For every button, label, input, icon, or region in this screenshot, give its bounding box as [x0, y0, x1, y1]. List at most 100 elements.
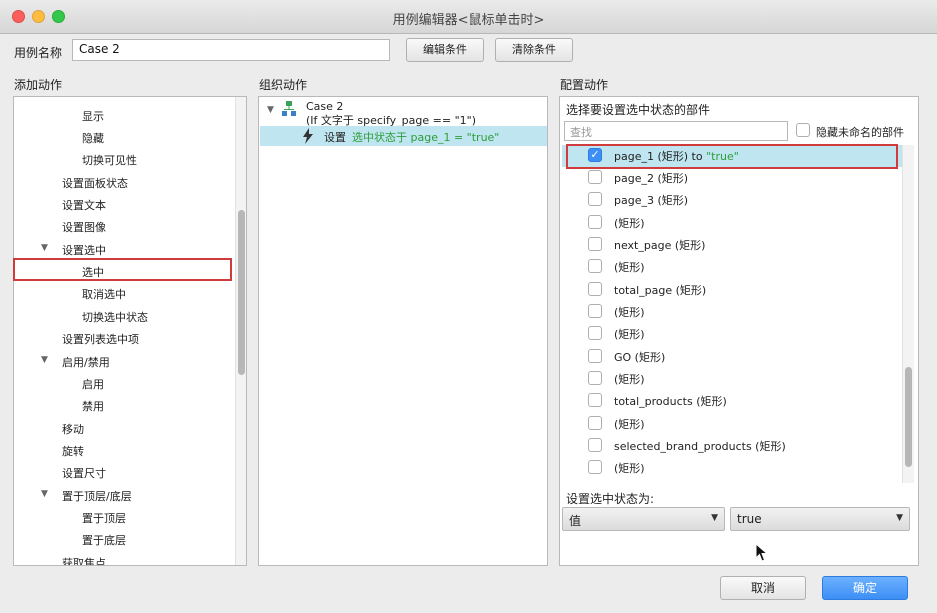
widget-row[interactable]: GO (矩形): [562, 346, 902, 368]
action-enable[interactable]: 启用: [82, 376, 104, 392]
value-type-text: 值: [569, 514, 582, 528]
widget-checkbox[interactable]: [588, 393, 602, 407]
widget-label: page_3 (矩形): [614, 194, 689, 207]
case-name-label: 用例名称: [14, 46, 63, 60]
widget-row[interactable]: next_page (矩形): [562, 234, 902, 256]
widget-label: (矩形): [614, 261, 645, 274]
widget-label: (矩形): [614, 217, 645, 230]
action-move[interactable]: 移动: [62, 421, 84, 437]
widget-checkbox[interactable]: [588, 259, 602, 273]
title-bar: 用例编辑器<鼠标单击时>: [0, 0, 937, 34]
action-prefix: 设置: [324, 131, 346, 144]
widget-label: next_page (矩形): [614, 239, 706, 252]
value-type-select[interactable]: 值 ▼: [562, 507, 725, 531]
action-show[interactable]: 显示: [82, 108, 104, 124]
widget-checkbox[interactable]: [588, 237, 602, 251]
widget-label: total_page (矩形): [614, 284, 707, 297]
widget-label: (矩形): [614, 462, 645, 475]
organize-actions-header: 组织动作: [259, 78, 308, 92]
expand-triangle-icon[interactable]: ▼: [41, 243, 48, 253]
clear-condition-button[interactable]: 清除条件: [495, 38, 573, 62]
action-bring-front-back[interactable]: 置于顶层/底层: [62, 488, 132, 504]
select-widgets-label: 选择要设置选中状态的部件: [566, 103, 711, 117]
widget-list: ✓ page_1 (矩形) to "true" page_2 (矩形) page…: [562, 145, 902, 483]
add-actions-header: 添加动作: [14, 78, 63, 92]
action-set-panel-state[interactable]: 设置面板状态: [62, 175, 128, 191]
chevron-down-icon: ▼: [896, 513, 903, 523]
widget-row[interactable]: (矩形): [562, 323, 902, 345]
widget-row[interactable]: (矩形): [562, 413, 902, 435]
set-state-label: 设置选中状态为:: [566, 492, 655, 506]
widget-list-scrollbar[interactable]: [902, 145, 914, 483]
widget-label: (矩形): [614, 418, 645, 431]
action-set-size[interactable]: 设置尺寸: [62, 465, 106, 481]
configure-actions-header: 配置动作: [560, 78, 609, 92]
highlight-box: [566, 144, 898, 169]
action-set-image[interactable]: 设置图像: [62, 219, 106, 235]
widget-checkbox[interactable]: [588, 326, 602, 340]
widget-checkbox[interactable]: [588, 416, 602, 430]
widget-checkbox[interactable]: [588, 349, 602, 363]
value-select[interactable]: true ▼: [730, 507, 910, 531]
action-description: 选中状态于 page_1 = "true": [352, 131, 500, 144]
action-hide[interactable]: 隐藏: [82, 130, 104, 146]
cancel-button[interactable]: 取消: [720, 576, 806, 600]
action-toggle-selected[interactable]: 切换选中状态: [82, 309, 148, 325]
add-actions-panel: 显示 隐藏 切换可见性 设置面板状态 设置文本 设置图像 ▼ 设置选中 选中 取…: [13, 96, 247, 566]
widget-label: total_products (矩形): [614, 395, 727, 408]
expand-triangle-icon[interactable]: ▼: [41, 355, 48, 365]
widget-row[interactable]: (矩形): [562, 368, 902, 390]
widget-row[interactable]: (矩形): [562, 457, 902, 479]
widget-label: (矩形): [614, 328, 645, 341]
mouse-cursor-icon: [755, 543, 769, 562]
widget-checkbox[interactable]: [588, 304, 602, 318]
widget-label: (矩形): [614, 373, 645, 386]
value-text: true: [737, 512, 762, 526]
action-bring-to-front[interactable]: 置于顶层: [82, 510, 126, 526]
action-send-to-back[interactable]: 置于底层: [82, 532, 126, 548]
expand-triangle-icon[interactable]: ▼: [41, 489, 48, 499]
widget-row[interactable]: selected_brand_products (矩形): [562, 435, 902, 457]
action-focus[interactable]: 获取焦点: [62, 555, 106, 565]
lightning-icon: [303, 128, 313, 144]
widget-row[interactable]: (矩形): [562, 212, 902, 234]
widget-row[interactable]: total_page (矩形): [562, 279, 902, 301]
widget-checkbox[interactable]: [588, 170, 602, 184]
widget-checkbox[interactable]: [588, 371, 602, 385]
widget-checkbox[interactable]: [588, 192, 602, 206]
action-toggle-visibility[interactable]: 切换可见性: [82, 152, 137, 168]
case-tree-icon: [282, 101, 296, 116]
action-rotate[interactable]: 旋转: [62, 443, 84, 459]
widget-checkbox[interactable]: [588, 282, 602, 296]
chevron-down-icon: ▼: [711, 513, 718, 523]
case-name-input[interactable]: Case 2: [72, 39, 390, 61]
window-title: 用例编辑器<鼠标单击时>: [392, 13, 545, 28]
action-unselect[interactable]: 取消选中: [82, 286, 126, 302]
widget-label: (矩形): [614, 306, 645, 319]
action-enable-disable[interactable]: 启用/禁用: [62, 354, 110, 370]
scrollbar-thumb[interactable]: [238, 210, 245, 375]
widget-checkbox[interactable]: [588, 438, 602, 452]
widget-row[interactable]: page_2 (矩形): [562, 167, 902, 189]
widget-row[interactable]: total_products (矩形): [562, 390, 902, 412]
action-disable[interactable]: 禁用: [82, 398, 104, 414]
add-actions-scrollbar[interactable]: [235, 97, 246, 565]
widget-checkbox[interactable]: [588, 460, 602, 474]
action-set-selected[interactable]: 设置选中: [62, 242, 106, 258]
widget-row[interactable]: (矩形): [562, 256, 902, 278]
action-set-text[interactable]: 设置文本: [62, 197, 106, 213]
hide-unnamed-checkbox[interactable]: [796, 123, 810, 137]
widget-checkbox[interactable]: [588, 215, 602, 229]
widget-label: page_2 (矩形): [614, 172, 689, 185]
widget-label: selected_brand_products (矩形): [614, 440, 786, 453]
search-input[interactable]: 查找: [564, 121, 788, 141]
widget-row[interactable]: (矩形): [562, 301, 902, 323]
scrollbar-thumb[interactable]: [905, 367, 912, 467]
ok-button[interactable]: 确定: [822, 576, 908, 600]
widget-row[interactable]: page_3 (矩形): [562, 189, 902, 211]
collapse-triangle-icon[interactable]: ▼: [267, 105, 274, 115]
edit-condition-button[interactable]: 编辑条件: [406, 38, 484, 62]
widget-label: GO (矩形): [614, 351, 666, 364]
selected-action-row[interactable]: 设置 选中状态于 page_1 = "true": [260, 126, 547, 146]
action-set-list-selected[interactable]: 设置列表选中项: [62, 331, 139, 347]
